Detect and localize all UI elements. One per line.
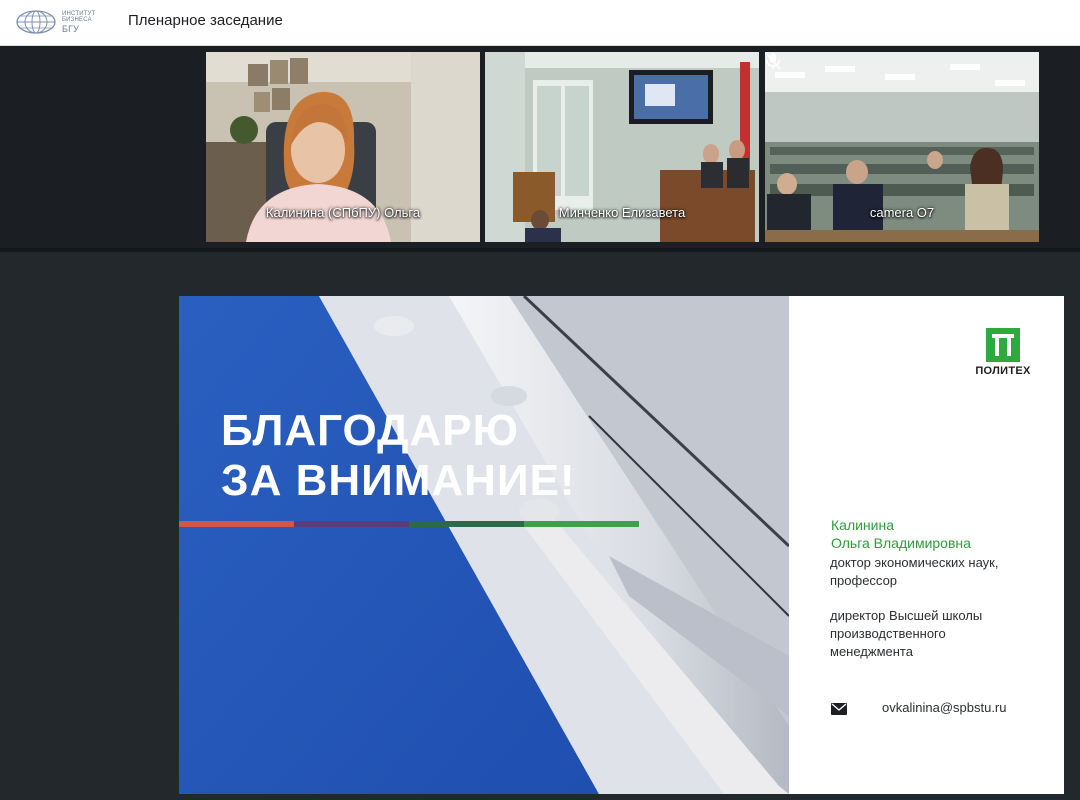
politekh-logo: ПОЛИТЕХ <box>973 328 1033 377</box>
pi-logo-icon <box>986 328 1020 362</box>
author-name-line: Калинина <box>831 517 894 533</box>
participant-strip: Калинина (СПбПУ) Ольга Минченко Елизавет… <box>0 46 1080 250</box>
globe-icon <box>16 10 56 34</box>
logo-label: ПОЛИТЕХ <box>975 365 1031 377</box>
author-name-line: Ольга Владимировна <box>831 535 971 551</box>
strip-divider <box>0 248 1080 252</box>
slide-title-line: ЗА ВНИМАНИЕ! <box>221 456 576 505</box>
email-address: ovkalinina@spbstu.ru <box>882 700 1007 715</box>
author-position: директор Высшей школы производственного … <box>830 607 982 661</box>
participant-tile[interactable]: Минченко Елизавета <box>485 52 759 242</box>
logo-line-3: БГУ <box>62 23 80 34</box>
slide-background-photo <box>179 296 789 794</box>
color-stripe <box>179 521 639 527</box>
envelope-icon <box>831 703 847 715</box>
degree-line: доктор экономических наук, <box>830 555 999 570</box>
position-line: менеджмента <box>830 644 913 659</box>
app-header: ИНСТИТУТ БИЗНЕСА БГУ Пленарное заседание <box>0 0 1080 46</box>
participant-tile[interactable]: Калинина (СПбПУ) Ольга <box>206 52 480 242</box>
slide-title: БЛАГОДАРЮ ЗА ВНИМАНИЕ! <box>221 406 576 506</box>
mic-muted-icon <box>765 52 781 70</box>
participant-name: Минченко Елизавета <box>558 205 686 220</box>
meeting-title: Пленарное заседание <box>128 12 283 29</box>
institute-logo: ИНСТИТУТ БИЗНЕСА БГУ <box>16 6 106 38</box>
participant-name: camera O7 <box>869 205 935 220</box>
slide-title-line: БЛАГОДАРЮ <box>221 406 520 455</box>
participant-name: Калинина (СПбПУ) Ольга <box>265 205 421 220</box>
author-name: Калинина Ольга Владимировна <box>831 516 971 552</box>
logo-line-2: БИЗНЕСА <box>62 17 92 23</box>
author-degree: доктор экономических наук, профессор <box>830 554 998 590</box>
participant-tile[interactable]: camera O7 <box>765 52 1039 242</box>
shared-slide: БЛАГОДАРЮ ЗА ВНИМАНИЕ! ПОЛИТЕХ Калинина … <box>179 296 1064 794</box>
email-row: ovkalinina@spbstu.ru <box>831 700 1051 720</box>
position-line: производственного <box>830 626 946 641</box>
degree-line: профессор <box>830 573 898 588</box>
position-line: директор Высшей школы <box>830 608 983 623</box>
